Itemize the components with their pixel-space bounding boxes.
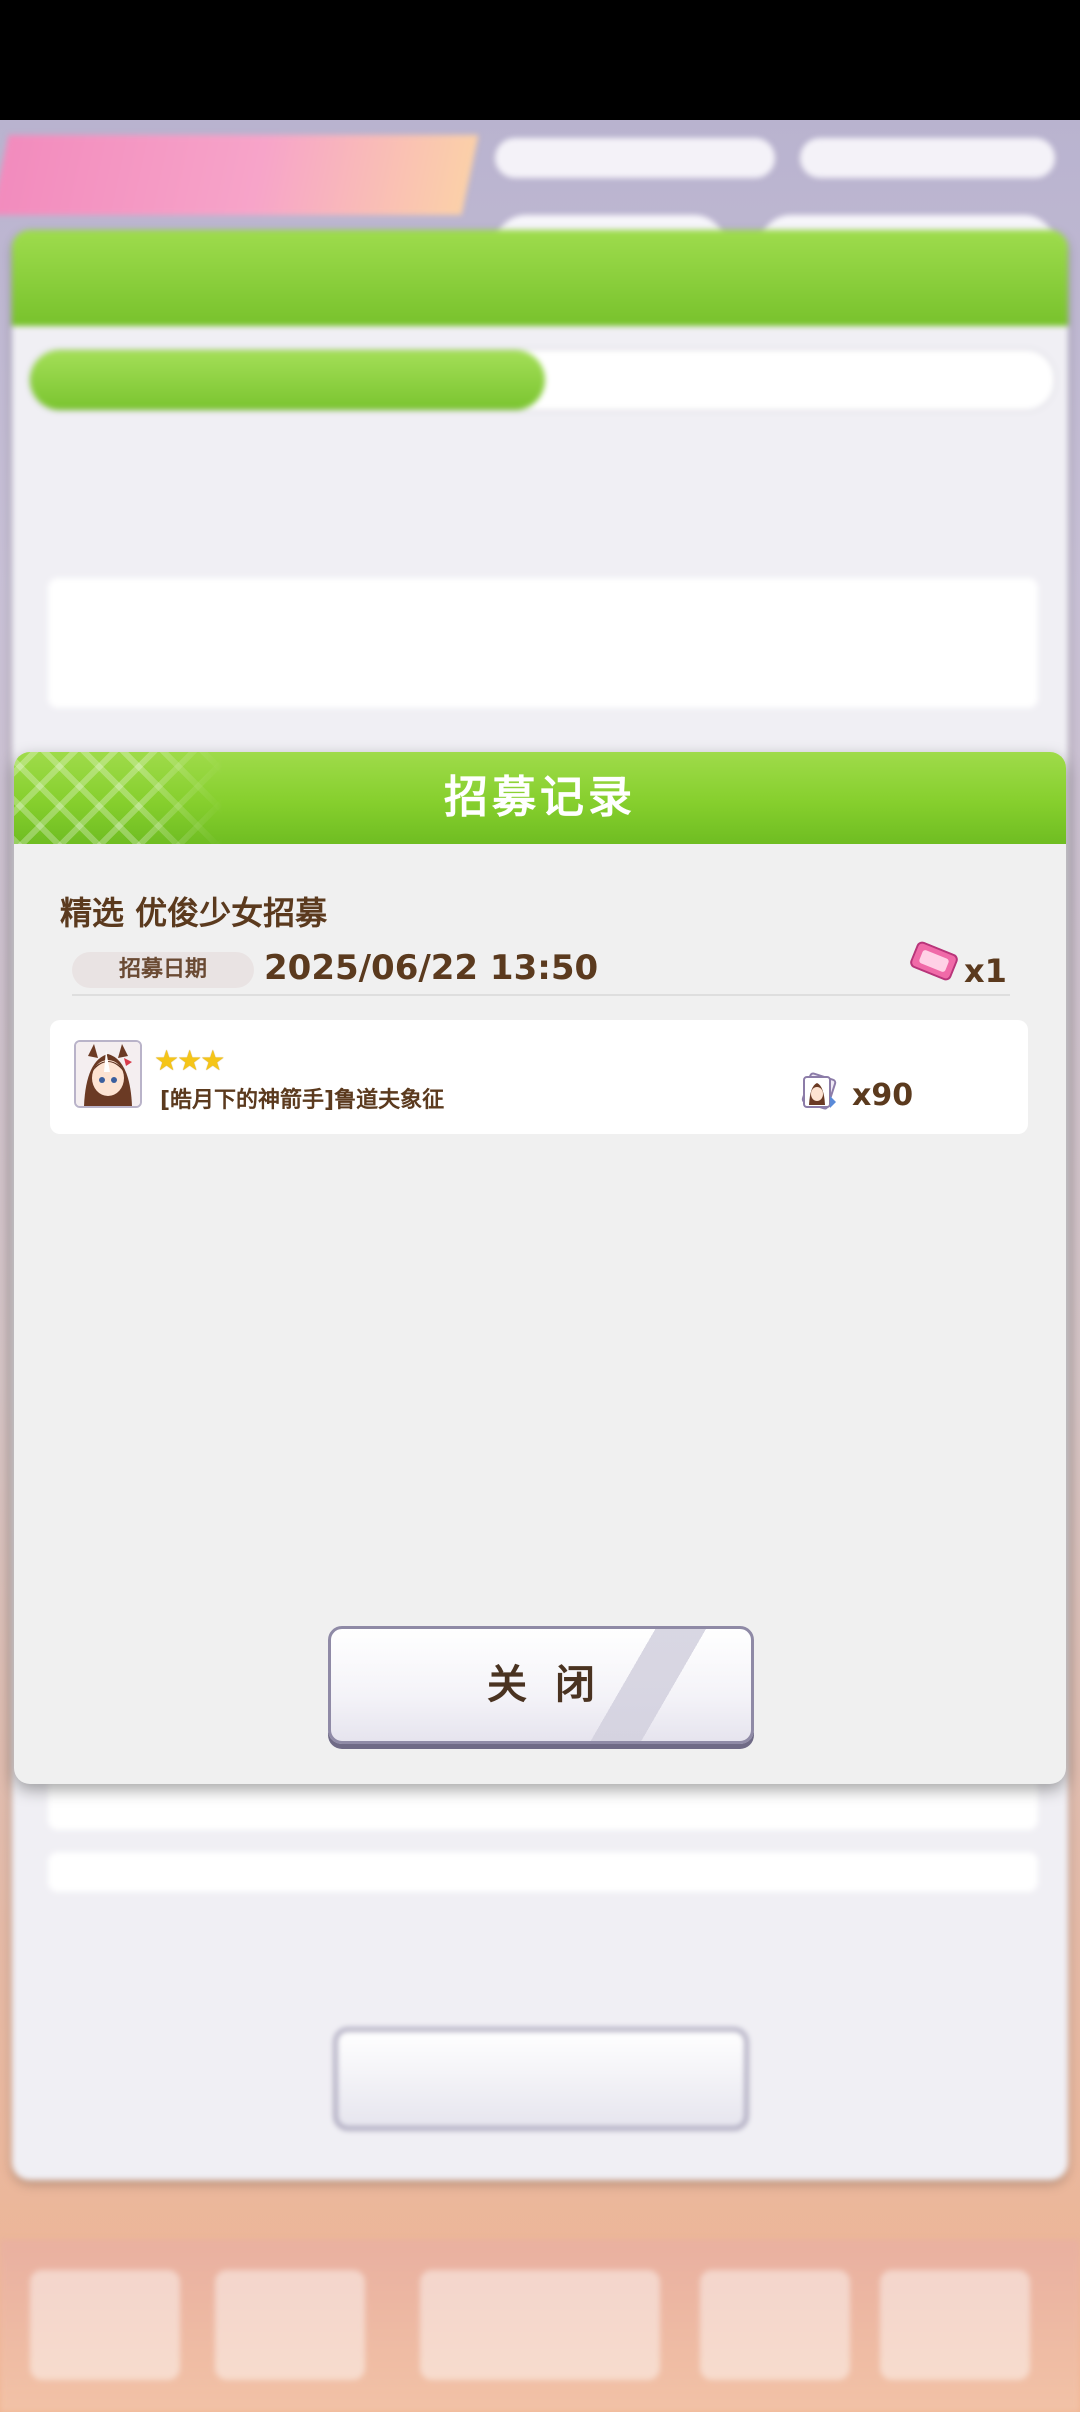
- bg-nav-item: [420, 2270, 660, 2380]
- close-button-label: 关闭: [487, 1662, 623, 1708]
- bg-tab: [545, 350, 1054, 410]
- bg-dialog-header: [12, 230, 1068, 326]
- bg-nav-item: [215, 2270, 365, 2380]
- divider: [72, 994, 1010, 996]
- bg-tab-active: [30, 350, 545, 410]
- character-name: [皓月下的神箭手]鲁道夫象征: [160, 1088, 445, 1113]
- bg-nav-item: [880, 2270, 1030, 2380]
- dialog-title: 招募记录: [444, 772, 636, 823]
- bg-nav-item: [700, 2270, 850, 2380]
- piece-qty: x90: [852, 1078, 914, 1113]
- record-date-label: 招募日期: [72, 952, 254, 988]
- rarity-stars: ★★★: [154, 1044, 225, 1077]
- status-bar: [0, 0, 1080, 120]
- result-row: [50, 1020, 1028, 1134]
- close-button[interactable]: 关闭: [328, 1626, 754, 1744]
- dialog-header: 招募记录: [14, 752, 1066, 844]
- bg-nav-item: [30, 2270, 180, 2380]
- bg-close-button: [334, 2028, 748, 2130]
- character-piece-icon: [801, 1072, 837, 1110]
- bg-record-card: [48, 578, 1038, 708]
- bg-record-card: [48, 1852, 1038, 1892]
- bg-currency-2: [800, 138, 1055, 178]
- record-name: 精选 优俊少女招募: [60, 894, 328, 932]
- character-portrait: [74, 1040, 142, 1108]
- bg-dialog-tabs: [28, 348, 1056, 412]
- record-date: 2025/06/22 13:50: [264, 948, 599, 988]
- record-cost-qty: x1: [964, 952, 1007, 990]
- bg-currency-1: [495, 138, 775, 178]
- bg-title-band: [0, 135, 479, 215]
